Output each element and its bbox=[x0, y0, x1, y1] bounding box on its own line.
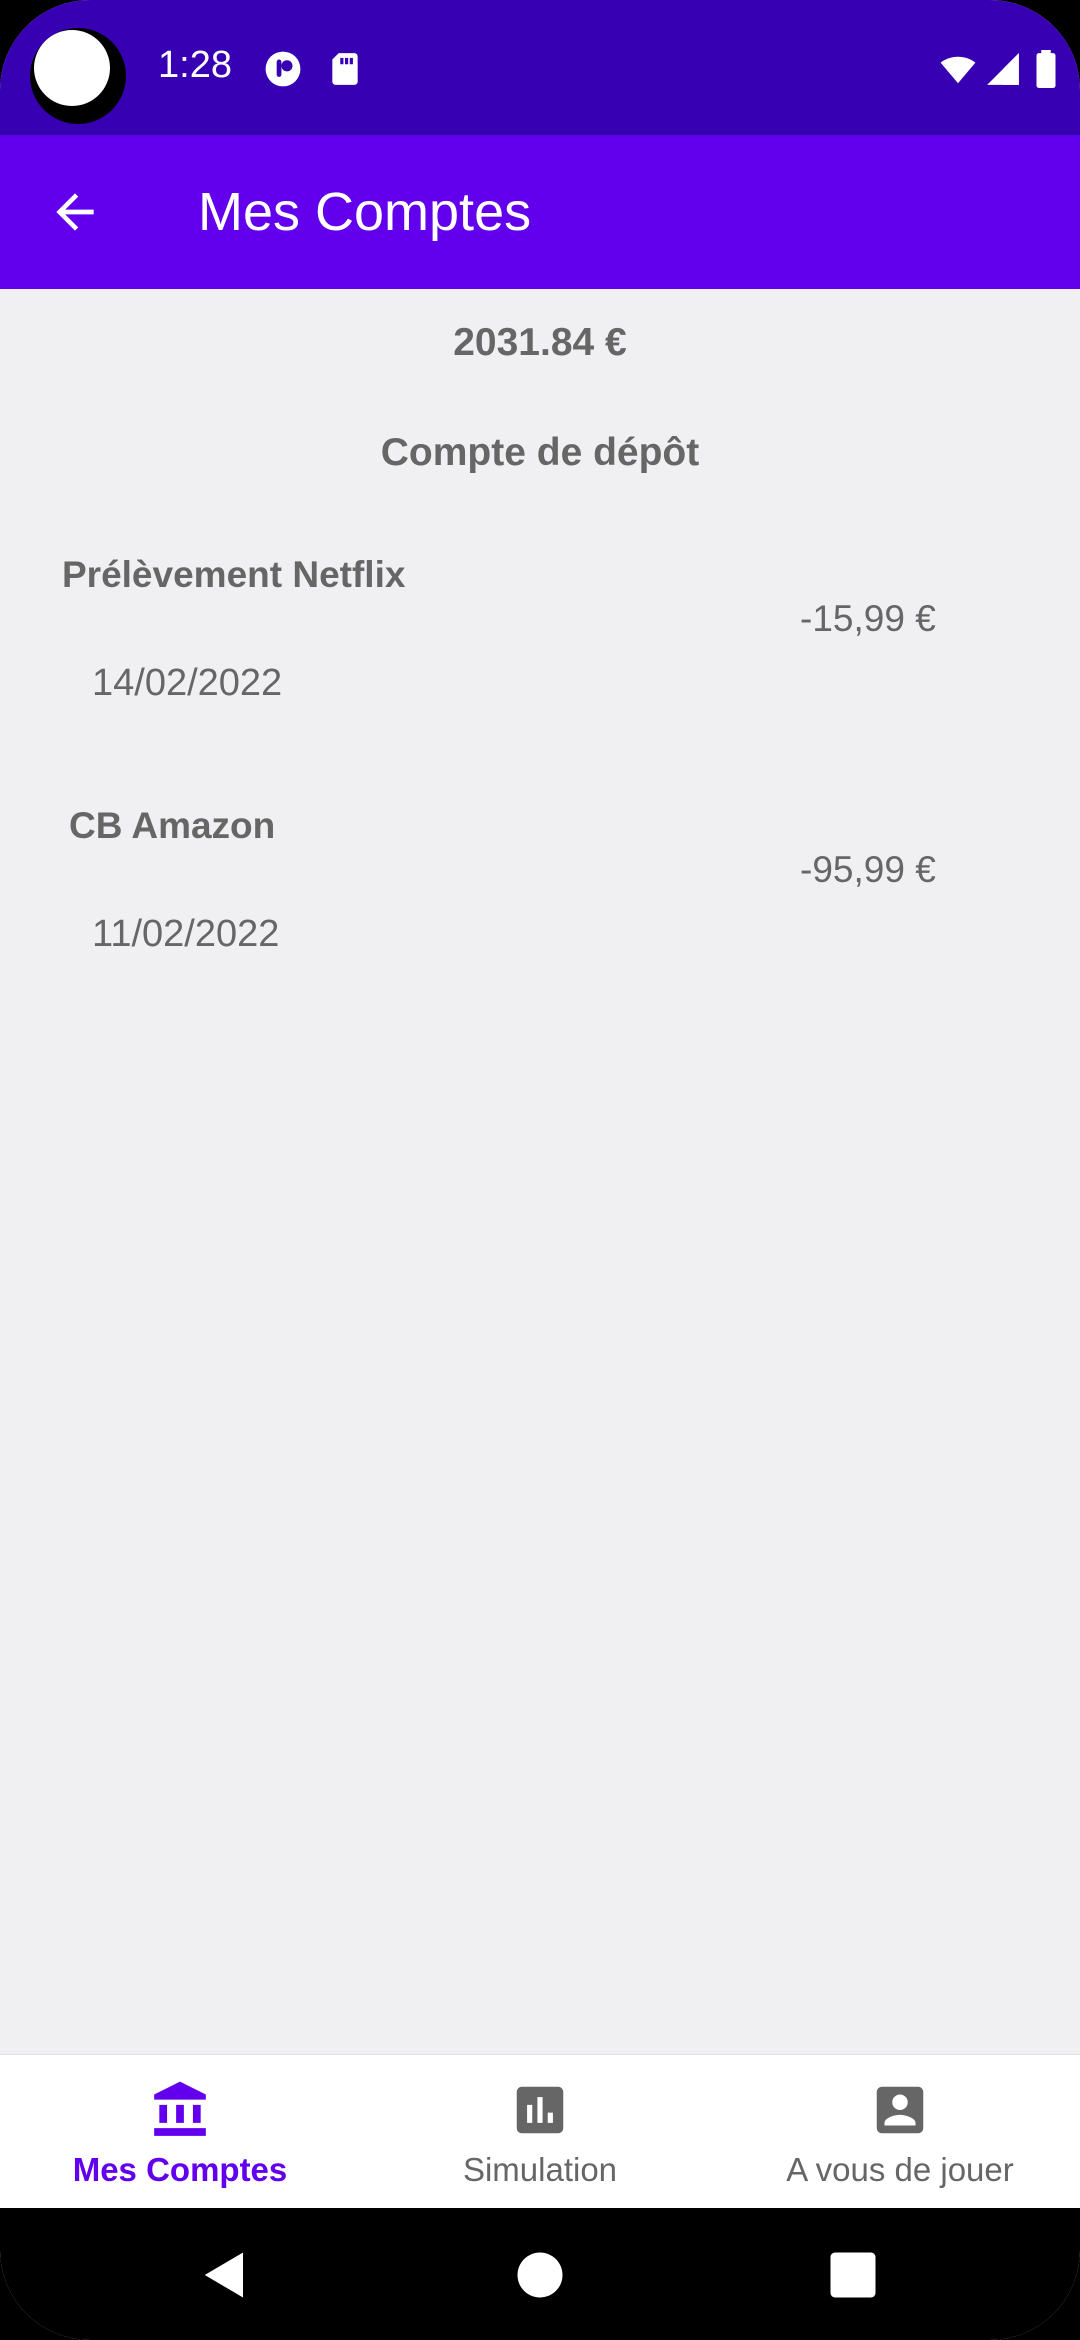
nav-item-simulation[interactable]: Simulation bbox=[360, 2055, 720, 2208]
transaction-amount: -15,99 € bbox=[800, 598, 936, 639]
system-navigation-bar bbox=[0, 2208, 1080, 2340]
nav-item-a-vous-de-jouer[interactable]: A vous de jouer bbox=[720, 2055, 1080, 2208]
transaction-item[interactable]: Prélèvement Netflix -15,99 € 14/02/2022 bbox=[0, 554, 1080, 754]
app-bar: Mes Comptes bbox=[0, 135, 1080, 289]
transaction-date: 11/02/2022 bbox=[92, 913, 280, 955]
transaction-label: Prélèvement Netflix bbox=[62, 554, 406, 595]
battery-icon bbox=[1034, 50, 1060, 88]
home-circle-icon[interactable] bbox=[513, 2248, 567, 2302]
status-time: 1:28 bbox=[158, 44, 232, 86]
bottom-navigation: Mes Comptes Simulation A vous de jouer bbox=[0, 2054, 1080, 2208]
back-button[interactable] bbox=[40, 177, 110, 247]
back-triangle-icon[interactable] bbox=[198, 2248, 252, 2302]
nav-label: A vous de jouer bbox=[786, 2151, 1014, 2188]
wifi-icon bbox=[936, 50, 980, 88]
status-bar: 1:28 bbox=[0, 0, 1080, 135]
account-box-icon bbox=[876, 2086, 924, 2134]
nav-item-mes-comptes[interactable]: Mes Comptes bbox=[0, 2055, 360, 2208]
account-name: Compte de dépôt bbox=[380, 431, 700, 474]
camera-lens bbox=[34, 30, 110, 106]
nav-label: Simulation bbox=[462, 2151, 618, 2188]
transaction-label: CB Amazon bbox=[69, 805, 276, 846]
arrow-back-icon bbox=[56, 193, 94, 231]
transaction-item[interactable]: CB Amazon -95,99 € 11/02/2022 bbox=[0, 805, 1080, 1005]
accounts-content: 2031.84 € Compte de dépôt Prélèvement Ne… bbox=[0, 289, 1080, 2054]
page-title: Mes Comptes bbox=[198, 182, 532, 242]
phone-screen: 1:28 Mes Comptes 2031.84 € Compte de dép… bbox=[0, 0, 1080, 2340]
sd-card-icon bbox=[326, 50, 364, 88]
signal-icon bbox=[984, 50, 1022, 88]
transaction-amount: -95,99 € bbox=[800, 849, 936, 890]
camera-notification-icon bbox=[264, 50, 302, 88]
bank-icon bbox=[154, 2081, 206, 2136]
nav-label: Mes Comptes bbox=[72, 2151, 288, 2188]
account-balance: 2031.84 € bbox=[453, 321, 627, 364]
recents-square-icon[interactable] bbox=[826, 2248, 880, 2302]
transaction-date: 14/02/2022 bbox=[92, 662, 283, 704]
bar-chart-icon bbox=[516, 2086, 564, 2134]
